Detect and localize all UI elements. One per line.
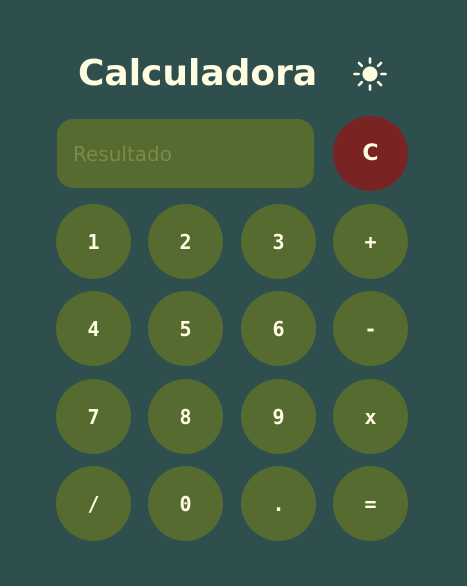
digit-8-button[interactable]: 8 (148, 379, 223, 454)
digit-4-button[interactable]: 4 (56, 291, 131, 366)
sun-icon (353, 57, 387, 91)
page-title: Calculadora (78, 53, 318, 94)
multiply-button[interactable]: x (333, 379, 408, 454)
result-input[interactable] (57, 119, 314, 188)
digit-5-button[interactable]: 5 (148, 291, 223, 366)
digit-1-button[interactable]: 1 (56, 204, 131, 279)
digit-9-button[interactable]: 9 (241, 379, 316, 454)
decimal-button[interactable]: . (241, 466, 316, 541)
divide-button[interactable]: / (56, 466, 131, 541)
digit-6-button[interactable]: 6 (241, 291, 316, 366)
add-button[interactable]: + (333, 204, 408, 279)
digit-7-button[interactable]: 7 (56, 379, 131, 454)
digit-3-button[interactable]: 3 (241, 204, 316, 279)
digit-0-button[interactable]: 0 (148, 466, 223, 541)
subtract-button[interactable]: - (333, 291, 408, 366)
clear-button[interactable]: C (333, 116, 408, 191)
equals-button[interactable]: = (333, 466, 408, 541)
digit-2-button[interactable]: 2 (148, 204, 223, 279)
theme-toggle-button[interactable] (352, 56, 388, 92)
